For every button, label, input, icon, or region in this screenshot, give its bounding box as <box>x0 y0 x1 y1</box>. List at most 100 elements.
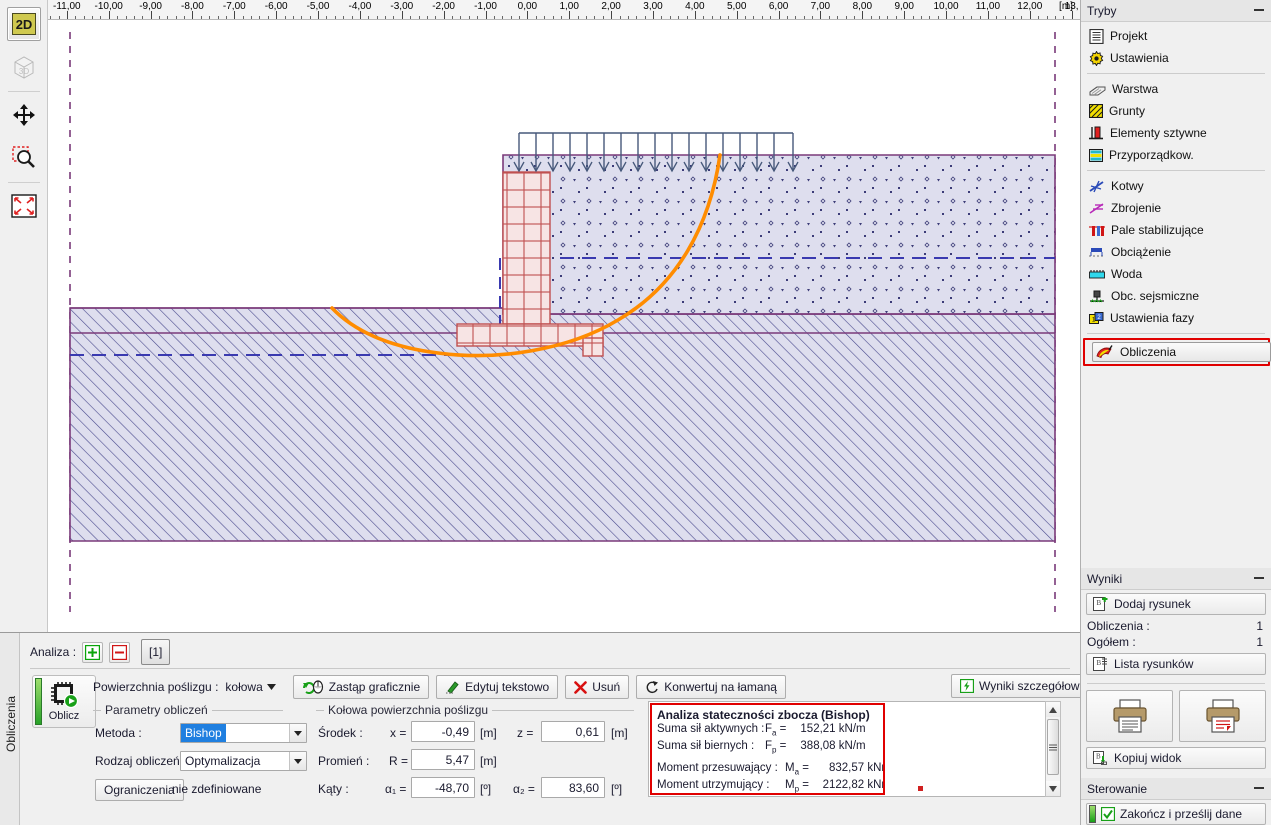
ruler-major-tick <box>318 11 319 19</box>
method-dropdown[interactable]: Bishop <box>180 723 307 743</box>
collapse-modes-icon[interactable] <box>1254 9 1264 11</box>
copy-view-icon: B <box>1093 751 1107 765</box>
sidebar-item-obliczenia[interactable]: Obliczenia <box>1092 342 1271 362</box>
print-preview-button[interactable] <box>1179 690 1266 742</box>
view-2d-button[interactable]: 2D <box>7 7 41 41</box>
sidebar-item-pale-stabilizujace[interactable]: Pale stabilizujące <box>1081 219 1271 241</box>
ruler-minor-tick <box>920 16 922 19</box>
ruler-minor-tick <box>460 16 462 19</box>
ruler-minor-tick <box>200 16 202 19</box>
restrictions-button[interactable]: Ograniczenia <box>95 779 184 801</box>
ruler-minor-tick <box>125 16 127 19</box>
sidebar-item-woda[interactable]: Woda <box>1081 263 1271 285</box>
delete-button[interactable]: Usuń <box>565 675 630 699</box>
results-panel-title: Wyniki <box>1087 571 1123 586</box>
sidebar-item-ustawienia[interactable]: Ustawienia <box>1081 47 1271 69</box>
radius-input[interactable]: 5,47 <box>411 749 475 770</box>
ruler-minor-tick <box>879 16 880 19</box>
pan-tool-button[interactable] <box>7 98 41 132</box>
assign-icon <box>1089 148 1103 162</box>
ruler-minor-tick <box>510 16 512 19</box>
sidebar-item-elementy-sztywne[interactable]: Elementy sztywne <box>1081 122 1271 144</box>
collapse-control-icon[interactable] <box>1254 787 1264 789</box>
ruler-minor-tick <box>795 16 797 19</box>
sidebar-item-przyporzadkow[interactable]: Przyporządkow. <box>1081 144 1271 166</box>
ruler-label: -6,00 <box>264 1 288 12</box>
ruler-label: 3,00 <box>643 1 663 12</box>
ruler-minor-tick <box>770 16 772 19</box>
sidebar-item-grunty[interactable]: Grunty <box>1081 100 1271 122</box>
reinforcement-icon <box>1089 202 1104 214</box>
svg-text:B: B <box>1097 599 1102 607</box>
calc-type-dropdown[interactable]: Optymalizacja <box>180 751 307 771</box>
convert-to-polyline-label: Konwertuj na łamaną <box>664 680 777 694</box>
sidebar-item-ustawienia-fazy[interactable]: 1 2 Ustawienia fazy <box>1081 307 1271 329</box>
scroll-up-button[interactable] <box>1046 702 1060 717</box>
ruler-minor-tick <box>418 16 420 19</box>
results-panel-header: Wyniki <box>1081 568 1271 590</box>
chevron-down-icon <box>266 684 276 690</box>
geo5-slope-stability-window: 2D 3D -11,00 -10,00 -9,00 -8,00 -7,00 -6… <box>0 0 1271 825</box>
upper-soil-layer <box>502 154 1056 315</box>
printer-icon <box>1112 699 1147 733</box>
sidebar-item-obc-sejsmiczne[interactable]: Obc. sejsmiczne <box>1081 285 1271 307</box>
sidebar-item-kotwy[interactable]: Kotwy <box>1081 175 1271 197</box>
ruler-minor-tick <box>158 16 160 19</box>
results-marker-dot <box>918 786 923 791</box>
ruler-minor-tick <box>301 16 303 19</box>
collapse-results-icon[interactable] <box>1254 577 1264 579</box>
ruler-major-tick <box>150 11 152 19</box>
stage-settings-icon: 1 2 <box>1089 311 1104 324</box>
method-dropdown-arrow[interactable] <box>289 724 306 742</box>
print-button[interactable] <box>1086 690 1173 742</box>
ruler-minor-tick <box>661 16 663 19</box>
sidebar-item-zbrojenie[interactable]: Zbrojenie <box>1081 197 1271 219</box>
replace-graphically-button[interactable]: Zastąp graficznie <box>292 675 430 699</box>
center-z-input[interactable]: 0,61 <box>541 721 605 742</box>
remove-analysis-button[interactable] <box>109 641 131 663</box>
compute-status-bar <box>35 678 42 725</box>
analysis-tab-1[interactable]: [1] <box>141 639 171 665</box>
ruler-minor-tick <box>225 16 227 19</box>
ruler-minor-tick <box>828 16 830 19</box>
scroll-down-button[interactable] <box>1046 781 1060 796</box>
results-title: Analiza stateczności zbocza (Bishop) <box>657 708 870 722</box>
water-icon <box>1089 269 1105 278</box>
center-x-input[interactable]: -0,49 <box>411 721 475 742</box>
drawing-canvas[interactable] <box>48 20 1080 632</box>
sidebar-label-kotwy: Kotwy <box>1111 179 1144 193</box>
scrollbar-thumb[interactable] <box>1047 719 1059 775</box>
ruler-minor-tick <box>267 16 269 19</box>
alpha1-input[interactable]: -48,70 <box>411 777 475 798</box>
modes-panel-header: Tryby <box>1081 0 1271 22</box>
picture-list-button[interactable]: B Lista rysunków <box>1086 653 1266 675</box>
convert-to-polyline-button[interactable]: Konwertuj na łamaną <box>636 675 786 699</box>
compute-button[interactable]: Oblicz <box>32 675 96 728</box>
slip-surface-type-dropdown[interactable]: kołowa <box>225 680 276 694</box>
zoom-window-tool-button[interactable] <box>7 140 41 174</box>
alpha1-label: α₁ = <box>385 782 407 796</box>
replace-graphically-icon <box>302 680 323 694</box>
detailed-results-label: Wyniki szczegółowe <box>979 679 1087 693</box>
sidebar-item-warstwa[interactable]: Warstwa <box>1081 78 1271 100</box>
ruler-major-tick <box>736 11 738 19</box>
sidebar-item-obciazenie[interactable]: Obciążenie <box>1081 241 1271 263</box>
results-scrollbar[interactable] <box>1045 701 1061 797</box>
convert-arrow-icon <box>646 681 659 694</box>
calc-type-dropdown-arrow[interactable] <box>289 752 306 770</box>
sidebar-item-projekt[interactable]: Projekt <box>1081 25 1271 47</box>
view-3d-button[interactable]: 3D <box>7 49 41 83</box>
alpha2-unit: [º] <box>611 782 623 796</box>
copy-view-button[interactable]: B Kopiuj widok <box>1086 747 1266 769</box>
ruler-minor-tick <box>217 16 219 19</box>
finish-and-transfer-button[interactable]: Zakończ i prześlij dane <box>1086 803 1266 825</box>
add-analysis-button[interactable] <box>82 641 104 663</box>
add-picture-button[interactable]: B Dodaj rysunek <box>1086 593 1266 615</box>
zoom-fit-tool-button[interactable] <box>7 189 41 223</box>
detailed-results-button[interactable]: Wyniki szczegółowe <box>951 674 1096 698</box>
obliczenia-vertical-tab[interactable]: Obliczenia <box>0 633 20 825</box>
edit-textually-button[interactable]: Edytuj tekstowo <box>436 675 559 699</box>
ruler-label: 5,00 <box>726 1 747 12</box>
alpha2-input[interactable]: 83,60 <box>541 777 605 798</box>
fit-to-screen-icon <box>11 194 37 218</box>
